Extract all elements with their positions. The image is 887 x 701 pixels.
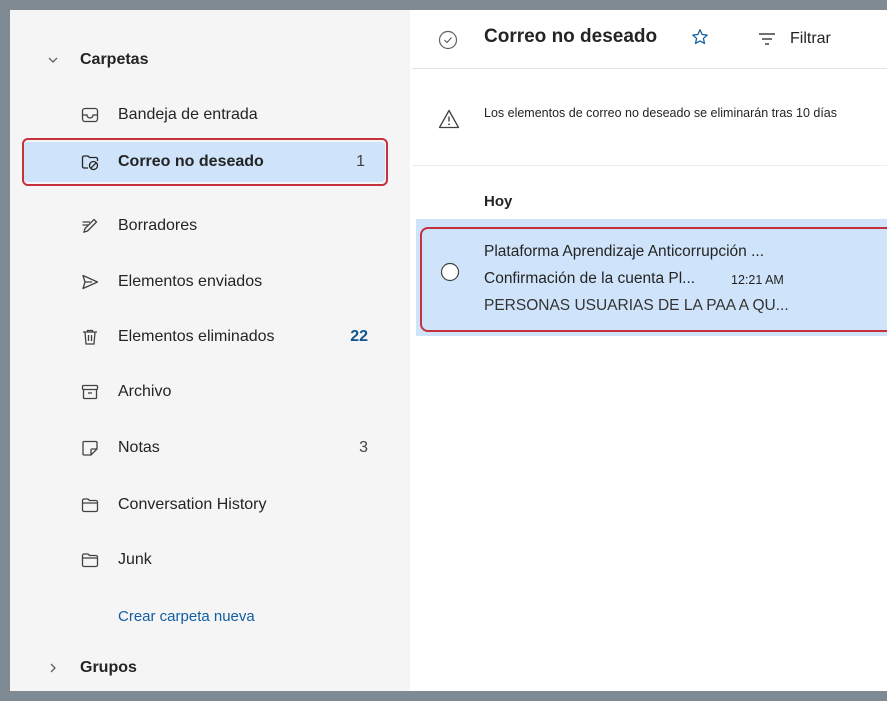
message-list-pane: Correo no deseado Filtrar Los elementos …: [412, 10, 887, 691]
sidebar-item-notes[interactable]: Notas 3: [10, 428, 410, 468]
sidebar-item-label: Notas: [118, 439, 160, 456]
sidebar-item-label: Bandeja de entrada: [118, 106, 258, 123]
sidebar-item-label: Elementos enviados: [118, 273, 263, 290]
sidebar-item-conversation-history[interactable]: Conversation History: [10, 485, 410, 525]
chevron-down-icon[interactable]: [47, 54, 59, 66]
sidebar-item-archive[interactable]: Archivo: [10, 372, 410, 412]
mail-window: Carpetas Bandeja de entrada Correo no de…: [10, 10, 887, 691]
date-group-header: Hoy: [484, 193, 513, 210]
folder-title: Correo no deseado: [484, 26, 658, 47]
list-header: Correo no deseado Filtrar: [412, 10, 887, 69]
sidebar-item-inbox[interactable]: Bandeja de entrada: [10, 95, 410, 135]
unread-count: 22: [350, 328, 368, 345]
folders-header-label: Carpetas: [80, 51, 149, 68]
filter-button[interactable]: Filtrar: [790, 30, 831, 48]
junk-notice: Los elementos de correo no deseado se el…: [412, 69, 887, 166]
warning-icon: [438, 108, 460, 130]
sidebar-item-label: Junk: [118, 551, 152, 568]
folder-pane: Carpetas Bandeja de entrada Correo no de…: [10, 10, 410, 691]
sidebar-item-junk[interactable]: Junk: [10, 540, 410, 580]
groups-header[interactable]: Grupos: [10, 648, 410, 688]
highlight-box-message: [420, 227, 887, 332]
trash-icon: [80, 327, 100, 347]
sidebar-item-label: Archivo: [118, 383, 172, 400]
create-folder-row: Crear carpeta nueva: [10, 596, 410, 636]
sidebar-item-deleted[interactable]: Elementos eliminados 22: [10, 317, 410, 357]
item-count: 3: [359, 439, 368, 456]
sidebar-item-sent[interactable]: Elementos enviados: [10, 262, 410, 302]
check-circle-icon[interactable]: [438, 30, 458, 50]
notice-text: Los elementos de correo no deseado se el…: [484, 106, 837, 120]
star-icon[interactable]: [691, 28, 709, 46]
groups-header-label: Grupos: [80, 659, 137, 676]
sidebar-item-drafts[interactable]: Borradores: [10, 206, 410, 246]
folder-icon: [80, 550, 100, 570]
archive-icon: [80, 382, 100, 402]
highlight-box-junk-folder: [22, 138, 388, 186]
sidebar-item-label: Elementos eliminados: [118, 328, 275, 345]
create-folder-link[interactable]: Crear carpeta nueva: [118, 608, 255, 625]
inbox-icon: [80, 105, 100, 125]
pen-icon: [80, 216, 100, 236]
filter-icon[interactable]: [758, 31, 776, 47]
note-icon: [80, 438, 100, 458]
send-icon: [80, 272, 100, 292]
folders-header[interactable]: Carpetas: [10, 40, 410, 80]
sidebar-item-label: Borradores: [118, 217, 198, 234]
chevron-right-icon[interactable]: [47, 662, 59, 674]
folder-icon: [80, 495, 100, 515]
sidebar-item-label: Conversation History: [118, 496, 267, 513]
